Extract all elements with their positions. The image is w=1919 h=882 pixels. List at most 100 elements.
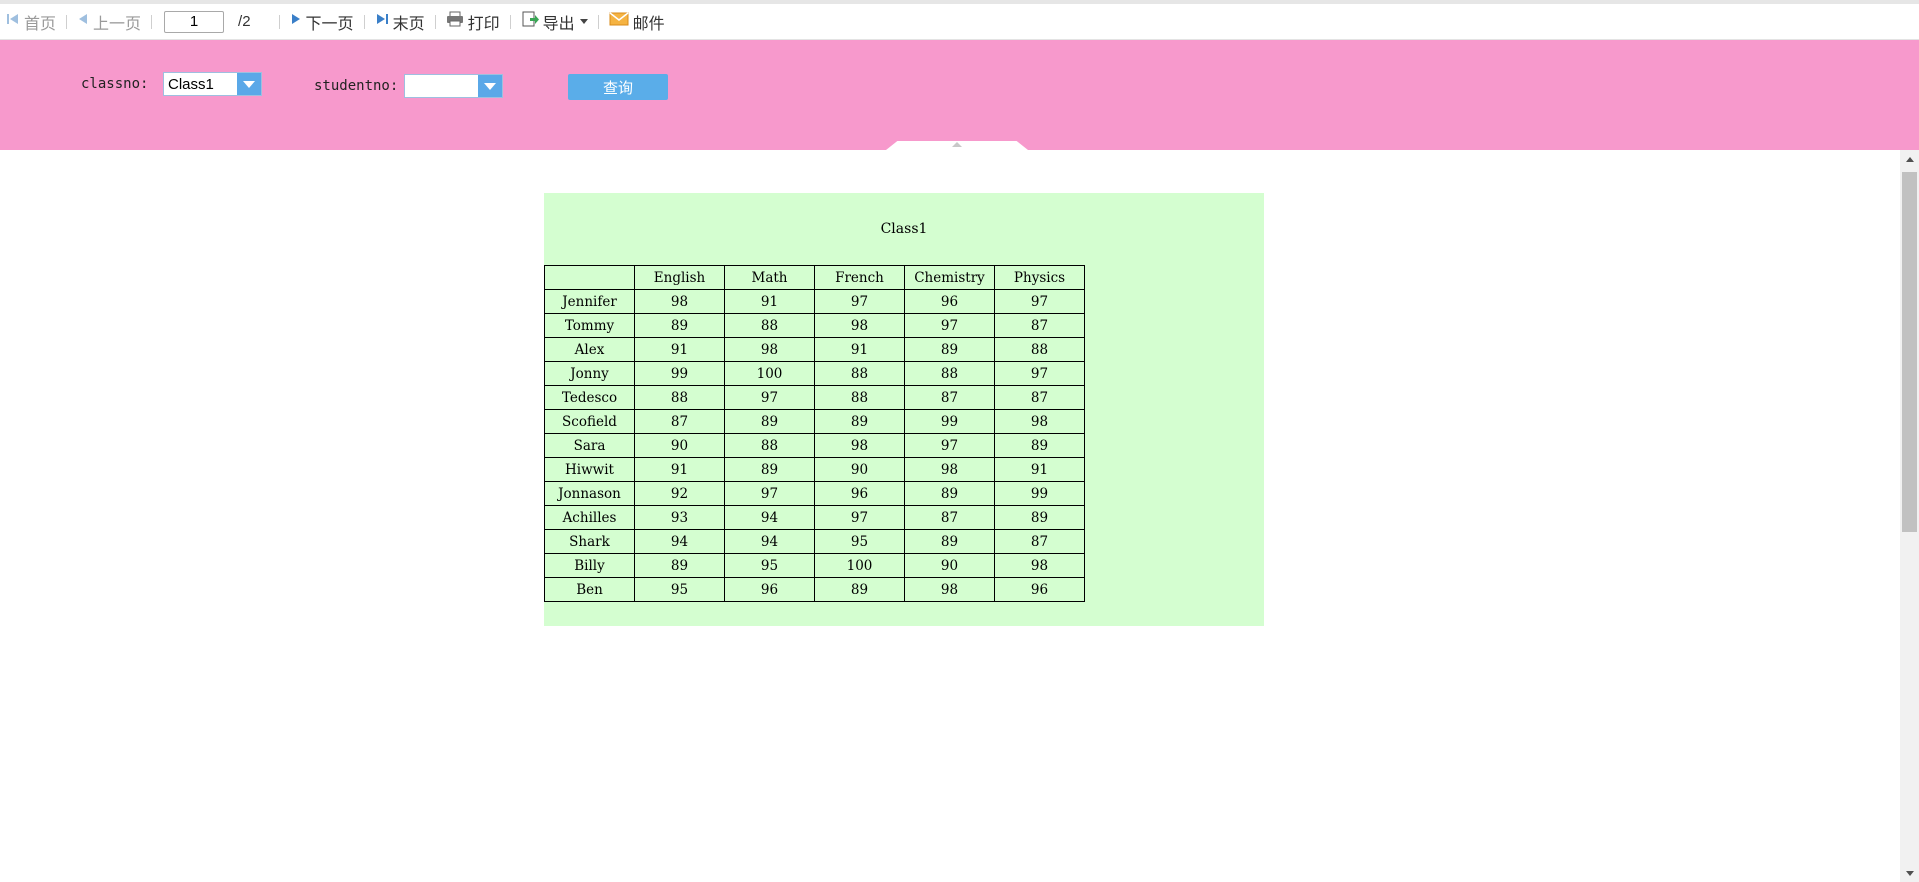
score-cell: 96	[904, 289, 995, 314]
table-row: Ben 95 96 89 98 96	[544, 577, 1085, 602]
score-cell: 96	[994, 577, 1085, 602]
table-header-cell: Physics	[994, 265, 1085, 290]
prev-page-label: 上一页	[93, 15, 142, 33]
classno-combo[interactable]: Class1	[163, 72, 262, 96]
studentno-combo[interactable]	[404, 74, 503, 98]
table-body: Jennifer 98 91 97 96 97 Tommy 89 88 98 97 87 Alex 91 9…	[544, 289, 1085, 602]
student-name-cell: Tommy	[544, 313, 635, 338]
score-cell: 90	[904, 553, 995, 578]
score-cell: 97	[994, 289, 1085, 314]
student-name-cell: Ben	[544, 577, 635, 602]
student-name-cell: Jonnason	[544, 481, 635, 506]
score-cell: 98	[634, 289, 725, 314]
table-row: Alex 91 98 91 89 88	[544, 337, 1085, 362]
student-name-cell: Scofield	[544, 409, 635, 434]
score-cell: 95	[814, 529, 905, 554]
score-cell: 98	[904, 457, 995, 482]
printer-icon	[446, 11, 464, 32]
score-cell: 99	[904, 409, 995, 434]
studentno-label: studentno:	[314, 78, 399, 94]
score-cell: 88	[814, 361, 905, 386]
table-row: Billy 89 95 100 90 98	[544, 553, 1085, 578]
score-cell: 91	[814, 337, 905, 362]
scores-table: English Math French Chemistry Physics Jennif…	[544, 265, 1085, 602]
table-row: Tommy 89 88 98 97 87	[544, 313, 1085, 338]
score-cell: 89	[904, 337, 995, 362]
score-cell: 95	[724, 553, 815, 578]
table-row: Shark 94 94 95 89 87	[544, 529, 1085, 554]
score-cell: 87	[634, 409, 725, 434]
toolbar-divider	[151, 14, 153, 29]
first-page-icon	[6, 12, 20, 31]
student-name-cell: Billy	[544, 553, 635, 578]
student-name-cell: Hiwwit	[544, 457, 635, 482]
score-cell: 97	[724, 385, 815, 410]
score-cell: 98	[814, 313, 905, 338]
last-page-button[interactable]: 末页	[371, 8, 429, 36]
classno-value: Class1	[168, 75, 214, 93]
score-cell: 91	[724, 289, 815, 314]
score-cell: 88	[724, 433, 815, 458]
table-row: Jonny 99 100 88 88 97	[544, 361, 1085, 386]
student-name-cell: Jennifer	[544, 289, 635, 314]
score-cell: 88	[724, 313, 815, 338]
scrollbar-thumb[interactable]	[1902, 172, 1917, 532]
export-button[interactable]: 导出	[517, 8, 592, 36]
score-cell: 96	[724, 577, 815, 602]
score-cell: 88	[904, 361, 995, 386]
mail-button[interactable]: 邮件	[605, 8, 669, 36]
score-cell: 100	[724, 361, 815, 386]
scroll-down-icon[interactable]	[1900, 865, 1919, 882]
export-icon	[521, 10, 539, 33]
score-cell: 88	[994, 337, 1085, 362]
first-page-button[interactable]: 首页	[2, 8, 60, 36]
toolbar-divider	[278, 14, 280, 29]
print-button[interactable]: 打印	[442, 8, 504, 36]
table-header-cell: Chemistry	[904, 265, 995, 290]
prev-page-button[interactable]: 上一页	[73, 8, 145, 36]
collapse-panel-toggle[interactable]	[886, 141, 1028, 150]
score-cell: 94	[724, 529, 815, 554]
report-toolbar: 首页 上一页 /2 下一页 末页 打印 导出	[0, 0, 1919, 40]
score-cell: 87	[904, 385, 995, 410]
dropdown-arrow-icon[interactable]	[237, 73, 261, 95]
vertical-scrollbar[interactable]	[1900, 150, 1919, 882]
table-row: Tedesco 88 97 88 87 87	[544, 385, 1085, 410]
table-header-corner	[544, 265, 635, 290]
report-title: Class1	[880, 221, 928, 237]
score-cell: 88	[814, 385, 905, 410]
score-cell: 92	[634, 481, 725, 506]
last-page-label: 末页	[392, 15, 425, 33]
score-cell: 99	[994, 481, 1085, 506]
query-button[interactable]: 查询	[568, 74, 668, 100]
first-page-label: 首页	[24, 15, 57, 33]
score-cell: 98	[994, 553, 1085, 578]
dropdown-arrow-icon[interactable]	[478, 75, 502, 97]
score-cell: 100	[814, 553, 905, 578]
score-cell: 87	[994, 313, 1085, 338]
print-label: 打印	[467, 15, 500, 33]
score-cell: 98	[724, 337, 815, 362]
score-cell: 88	[634, 385, 725, 410]
classno-label: classno:	[81, 76, 149, 92]
score-cell: 89	[724, 457, 815, 482]
next-page-button[interactable]: 下一页	[286, 8, 358, 36]
score-cell: 89	[814, 409, 905, 434]
score-cell: 97	[814, 289, 905, 314]
table-row: Scofield 87 89 89 99 98	[544, 409, 1085, 434]
score-cell: 97	[904, 313, 995, 338]
score-cell: 95	[634, 577, 725, 602]
score-cell: 94	[634, 529, 725, 554]
score-cell: 98	[814, 433, 905, 458]
page-number-input[interactable]	[164, 10, 225, 33]
next-page-label: 下一页	[305, 15, 354, 33]
score-cell: 96	[814, 481, 905, 506]
table-row: Jonnason 92 97 96 89 99	[544, 481, 1085, 506]
score-cell: 97	[904, 433, 995, 458]
score-cell: 89	[904, 529, 995, 554]
student-name-cell: Achilles	[544, 505, 635, 530]
table-row: Jennifer 98 91 97 96 97	[544, 289, 1085, 314]
score-cell: 89	[994, 433, 1085, 458]
scroll-up-icon[interactable]	[1900, 151, 1919, 168]
score-cell: 89	[904, 481, 995, 506]
